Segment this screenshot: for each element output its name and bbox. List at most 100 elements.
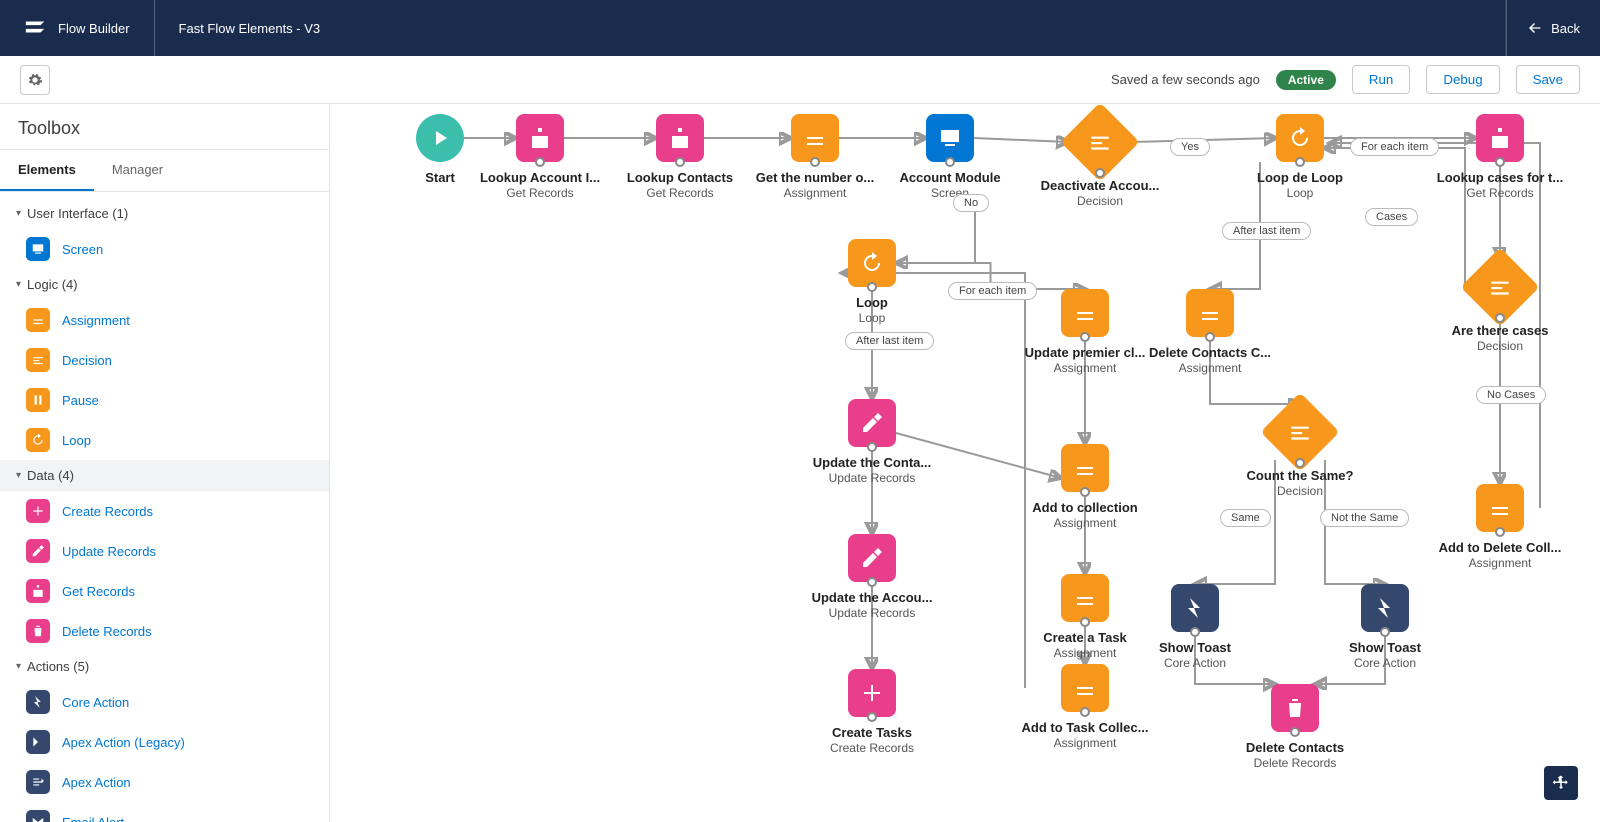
- connection-point[interactable]: [1380, 627, 1390, 637]
- connection-point[interactable]: [1080, 332, 1090, 342]
- connection-point[interactable]: [1290, 727, 1300, 737]
- element-item[interactable]: Pause: [0, 380, 329, 420]
- node-subtitle: Assignment: [1054, 361, 1117, 375]
- move-icon: [1552, 774, 1570, 792]
- element-item[interactable]: Get Records: [0, 571, 329, 611]
- node-title: Add to collection: [1032, 500, 1137, 515]
- connection-point[interactable]: [1295, 157, 1305, 167]
- flow-builder-icon: [24, 16, 46, 41]
- edge-label: Not the Same: [1320, 509, 1409, 527]
- element-item[interactable]: Create Records: [0, 491, 329, 531]
- chevron-down-icon: ▾: [16, 208, 21, 219]
- chevron-down-icon: ▾: [16, 470, 21, 481]
- node-title: Add to Delete Coll...: [1439, 540, 1562, 555]
- flow-node-updateContacts[interactable]: Update the Conta...Update Records: [802, 399, 942, 485]
- connection-point[interactable]: [1295, 458, 1305, 468]
- node-title: Start: [425, 170, 455, 185]
- flow-node-addTaskColl[interactable]: Add to Task Collec...Assignment: [1015, 664, 1155, 750]
- element-item[interactable]: Loop: [0, 420, 329, 460]
- connection-point[interactable]: [867, 282, 877, 292]
- pan-button[interactable]: [1544, 766, 1578, 800]
- element-item[interactable]: Screen: [0, 229, 329, 269]
- flow-node-lookupAcct[interactable]: Lookup Account I...Get Records: [470, 114, 610, 200]
- save-button[interactable]: Save: [1516, 65, 1580, 94]
- element-label: Create Records: [62, 504, 153, 519]
- flow-node-areCases[interactable]: Are there casesDecision: [1430, 259, 1570, 353]
- element-item[interactable]: Assignment: [0, 300, 329, 340]
- connection-point[interactable]: [1205, 332, 1215, 342]
- connection-point[interactable]: [1495, 527, 1505, 537]
- element-label: Assignment: [62, 313, 130, 328]
- flow-node-deleteContactsC[interactable]: Delete Contacts C...Assignment: [1140, 289, 1280, 375]
- connection-point[interactable]: [867, 442, 877, 452]
- category-header[interactable]: ▾User Interface (1): [0, 198, 329, 229]
- tab-elements[interactable]: Elements: [0, 150, 94, 191]
- category-label: Data (4): [27, 468, 74, 483]
- flow-node-lookupCases[interactable]: Lookup cases for t...Get Records: [1430, 114, 1570, 200]
- node-title: Count the Same?: [1247, 468, 1354, 483]
- category-header[interactable]: ▾Logic (4): [0, 269, 329, 300]
- flow-node-showToast2[interactable]: Show ToastCore Action: [1315, 584, 1455, 670]
- connection-point[interactable]: [867, 712, 877, 722]
- back-button[interactable]: Back: [1506, 0, 1600, 56]
- flow-node-lookupContacts[interactable]: Lookup ContactsGet Records: [610, 114, 750, 200]
- connection-point[interactable]: [1080, 617, 1090, 627]
- connection-point[interactable]: [1495, 313, 1505, 323]
- category-header[interactable]: ▾Actions (5): [0, 651, 329, 682]
- flow-node-loop2[interactable]: LoopLoop: [802, 239, 942, 325]
- category-header[interactable]: ▾ Data (4): [0, 460, 329, 491]
- flow-node-getNumber[interactable]: Get the number o...Assignment: [745, 114, 885, 200]
- node-subtitle: Loop: [859, 311, 886, 325]
- connection-point[interactable]: [867, 577, 877, 587]
- node-subtitle: Assignment: [1469, 556, 1532, 570]
- node-subtitle: Loop: [1287, 186, 1314, 200]
- chevron-down-icon: ▾: [16, 279, 21, 290]
- connection-point[interactable]: [1190, 627, 1200, 637]
- element-item[interactable]: Apex Action (Legacy): [0, 722, 329, 762]
- toolbox-sidebar: Toolbox Elements Manager ▾User Interface…: [0, 104, 330, 822]
- connection-point[interactable]: [535, 157, 545, 167]
- connection-point[interactable]: [945, 157, 955, 167]
- connection-point[interactable]: [1095, 168, 1105, 178]
- settings-button[interactable]: [20, 65, 50, 95]
- flow-canvas[interactable]: StartLookup Account I...Get RecordsLooku…: [330, 104, 1600, 822]
- node-title: Create a Task: [1043, 630, 1127, 645]
- flow-node-deleteContacts[interactable]: Delete ContactsDelete Records: [1225, 684, 1365, 770]
- flow-node-createTasks[interactable]: Create TasksCreate Records: [802, 669, 942, 755]
- flow-node-updateAccount[interactable]: Update the Accou...Update Records: [802, 534, 942, 620]
- flow-node-updatePremier[interactable]: Update premier cl...Assignment: [1015, 289, 1155, 375]
- element-item[interactable]: Update Records: [0, 531, 329, 571]
- pause-icon: [26, 388, 50, 412]
- flow-node-deactivate[interactable]: Deactivate Accou...Decision: [1030, 114, 1170, 208]
- flow-node-addDelColl[interactable]: Add to Delete Coll...Assignment: [1430, 484, 1570, 570]
- connection-point[interactable]: [810, 157, 820, 167]
- element-item[interactable]: Apex Action: [0, 762, 329, 802]
- flow-node-countSame[interactable]: Count the Same?Decision: [1230, 404, 1370, 498]
- tab-manager[interactable]: Manager: [94, 150, 181, 191]
- element-label: Apex Action (Legacy): [62, 735, 185, 750]
- element-label: Core Action: [62, 695, 129, 710]
- node-title: Lookup cases for t...: [1437, 170, 1563, 185]
- element-item[interactable]: Delete Records: [0, 611, 329, 651]
- run-button[interactable]: Run: [1352, 65, 1410, 94]
- connection-point[interactable]: [1495, 157, 1505, 167]
- flow-node-showToast1[interactable]: Show ToastCore Action: [1125, 584, 1265, 670]
- node-title: Loop: [856, 295, 888, 310]
- edge-label: Same: [1220, 509, 1271, 527]
- node-subtitle: Decision: [1277, 484, 1323, 498]
- element-item[interactable]: Decision: [0, 340, 329, 380]
- element-item[interactable]: Email Alert: [0, 802, 329, 822]
- element-label: Pause: [62, 393, 99, 408]
- connection-point[interactable]: [1080, 707, 1090, 717]
- connection-point[interactable]: [675, 157, 685, 167]
- flow-node-loopDeLoop[interactable]: Loop de LoopLoop: [1230, 114, 1370, 200]
- flow-node-addToColl[interactable]: Add to collectionAssignment: [1015, 444, 1155, 530]
- node-title: Show Toast: [1349, 640, 1421, 655]
- email-icon: [26, 810, 50, 822]
- node-title: Create Tasks: [832, 725, 912, 740]
- flow-node-acctModule[interactable]: Account ModuleScreen: [880, 114, 1020, 200]
- node-subtitle: Get Records: [646, 186, 713, 200]
- debug-button[interactable]: Debug: [1426, 65, 1499, 94]
- connection-point[interactable]: [1080, 487, 1090, 497]
- element-item[interactable]: Core Action: [0, 682, 329, 722]
